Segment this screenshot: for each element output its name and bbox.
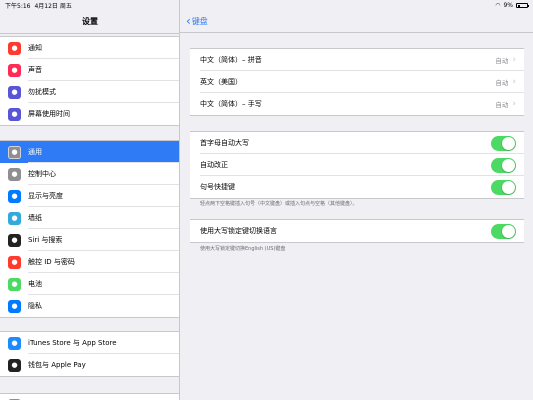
- toggle-knob: [502, 180, 515, 194]
- language-value-text: 自动: [495, 79, 509, 87]
- battery-percent: 9%: [503, 2, 513, 9]
- sidebar-item[interactable]: ● 墙纸: [0, 207, 179, 229]
- sidebar-item[interactable]: ● 触控 ID 与密码: [0, 251, 179, 273]
- sidebar-item[interactable]: ● 显示与亮度: [0, 185, 179, 207]
- keyboard-settings-panel: ‹ 键盘 中文（简体）– 拼音 自动 › 英文（美国） 自动 › 中文（简体）– 手写 自动 ›…: [180, 0, 533, 400]
- language-row[interactable]: 英文（美国） 自动 ›: [190, 71, 524, 93]
- sidebar-item[interactable]: ● iTunes Store 与 App Store: [0, 332, 179, 354]
- sidebar-item-label: 屏幕使用时间: [28, 110, 70, 118]
- hourglass-icon: ●: [8, 107, 21, 121]
- language-label: 中文（简体）– 手写: [200, 100, 262, 108]
- toggle-row: 自动改正: [190, 154, 524, 176]
- capslock-toggle[interactable]: [491, 223, 516, 239]
- language-value-text: 自动: [495, 57, 509, 65]
- chevron-left-icon: ‹: [186, 13, 191, 28]
- sidebar-item[interactable]: ● 通用: [0, 141, 179, 163]
- keyboard-toggles: 首字母自动大写 自动改正句号快捷键: [190, 131, 524, 199]
- language-value: 自动 ›: [495, 99, 516, 109]
- hand-icon: ●: [8, 299, 21, 313]
- language-value: 自动 ›: [495, 77, 516, 87]
- language-row[interactable]: 中文（简体）– 拼音 自动 ›: [190, 49, 524, 71]
- sidebar-item[interactable]: ● 电池: [0, 273, 179, 295]
- back-button[interactable]: ‹ 键盘: [186, 13, 208, 28]
- sound-icon: ●: [8, 63, 21, 77]
- language-label: 中文（简体）– 拼音: [200, 56, 262, 64]
- sidebar-item-label: 声音: [28, 66, 42, 74]
- sidebar-item[interactable]: ● 钱包与 Apple Pay: [0, 354, 179, 376]
- status-bar: 下午5:16 4月12日 周五 ◠ 9%: [0, 0, 533, 11]
- wifi-icon: ◠: [495, 1, 501, 9]
- sidebar-title: 设置: [82, 17, 98, 26]
- battery-icon: [516, 3, 529, 8]
- language-row[interactable]: 中文（简体）– 手写 自动 ›: [190, 93, 524, 115]
- toggle-label: 自动改正: [200, 161, 228, 169]
- toggle-switch[interactable]: [491, 135, 516, 151]
- sidebar-item-label: 触控 ID 与密码: [28, 258, 75, 266]
- language-list: 中文（简体）– 拼音 自动 › 英文（美国） 自动 › 中文（简体）– 手写 自动 ›: [190, 48, 524, 116]
- sidebar-item-label: 电池: [28, 280, 42, 288]
- app-store-icon: ●: [8, 336, 21, 350]
- sidebar-item[interactable]: ● 隐私: [0, 295, 179, 317]
- sidebar-item-label: 通知: [28, 44, 42, 52]
- chevron-right-icon: ›: [512, 99, 516, 109]
- battery-icon: ●: [8, 277, 21, 291]
- sidebar-item[interactable]: ● 屏幕使用时间: [0, 103, 179, 125]
- sidebar-item-label: 显示与亮度: [28, 192, 63, 200]
- settings-sidebar: 设置 ● 通知 ● 声音 ● 勿扰模式 ● 屏幕使用时间 ● 通用 ● 控制中心 ● 显示与亮度 ● 墙纸 ●…: [0, 0, 180, 400]
- siri-icon: ●: [8, 233, 21, 247]
- toggle-row: 首字母自动大写: [190, 132, 524, 154]
- wallet-icon: ●: [8, 358, 21, 372]
- sidebar-item-label: 钱包与 Apple Pay: [28, 361, 86, 369]
- wallpaper-icon: ●: [8, 211, 21, 225]
- sidebar-item-label: 通用: [28, 148, 42, 156]
- moon-icon: ●: [8, 85, 21, 99]
- toggle-switch[interactable]: [491, 157, 516, 173]
- status-date: 4月12日 周五: [34, 3, 72, 10]
- language-value-text: 自动: [495, 101, 509, 109]
- sidebar-item[interactable]: ●密码与帐户: [0, 394, 179, 400]
- sidebar-item-label: Siri 与搜索: [28, 236, 63, 244]
- sidebar-item[interactable]: ● 控制中心: [0, 163, 179, 185]
- toggle-knob: [502, 136, 515, 150]
- capslock-row: 使用大写锁定键切换语言: [190, 220, 524, 242]
- display-icon: ●: [8, 189, 21, 203]
- nav-bar: ‹ 键盘: [180, 11, 533, 33]
- toggle-switch[interactable]: [491, 179, 516, 195]
- status-time: 下午5:16: [5, 3, 31, 10]
- toggle-label: 句号快捷键: [200, 183, 235, 191]
- chevron-right-icon: ›: [512, 55, 516, 65]
- sidebar-group-4: ●密码与帐户: [0, 393, 179, 400]
- sidebar-item-label: 墙纸: [28, 214, 42, 222]
- sidebar-group-1: ● 通知 ● 声音 ● 勿扰模式 ● 屏幕使用时间: [0, 36, 179, 126]
- sidebar-item[interactable]: ● 通知: [0, 37, 179, 59]
- sidebar-item-label: 隐私: [28, 302, 42, 310]
- sidebar-item[interactable]: ● 声音: [0, 59, 179, 81]
- toggle-row: 句号快捷键: [190, 176, 524, 198]
- chevron-right-icon: ›: [512, 77, 516, 87]
- sidebar-item-label: iTunes Store 与 App Store: [28, 339, 117, 347]
- fingerprint-icon: ●: [8, 255, 21, 269]
- sidebar-item[interactable]: ● Siri 与搜索: [0, 229, 179, 251]
- language-label: 英文（美国）: [200, 78, 242, 86]
- sidebar-group-3: ● iTunes Store 与 App Store ● 钱包与 Apple Pay: [0, 331, 179, 377]
- sidebar-group-2: ● 通用 ● 控制中心 ● 显示与亮度 ● 墙纸 ● Siri 与搜索 ● 触控 ID 与密码 ● 电池 ●…: [0, 140, 179, 318]
- period-shortcut-footer: 轻点两下空格键插入句号（中文键盘）或插入句点与空格（其他键盘）。: [200, 201, 358, 207]
- sidebar-item[interactable]: ● 勿扰模式: [0, 81, 179, 103]
- notification-icon: ●: [8, 41, 21, 55]
- sidebar-title-divider: [0, 33, 179, 34]
- toggle-label: 首字母自动大写: [200, 139, 249, 147]
- toggle-knob: [502, 158, 515, 172]
- gear-icon: ●: [8, 145, 21, 159]
- language-value: 自动 ›: [495, 55, 516, 65]
- toggle-knob: [502, 224, 515, 238]
- capslock-card: 使用大写锁定键切换语言: [190, 219, 524, 243]
- sidebar-item-label: 控制中心: [28, 170, 56, 178]
- capslock-footer: 使用大写锁定键切换English (US)键盘: [200, 246, 286, 252]
- capslock-label: 使用大写锁定键切换语言: [200, 227, 277, 235]
- sidebar-item-label: 勿扰模式: [28, 88, 56, 96]
- back-button-label: 键盘: [191, 17, 208, 26]
- control-center-icon: ●: [8, 167, 21, 181]
